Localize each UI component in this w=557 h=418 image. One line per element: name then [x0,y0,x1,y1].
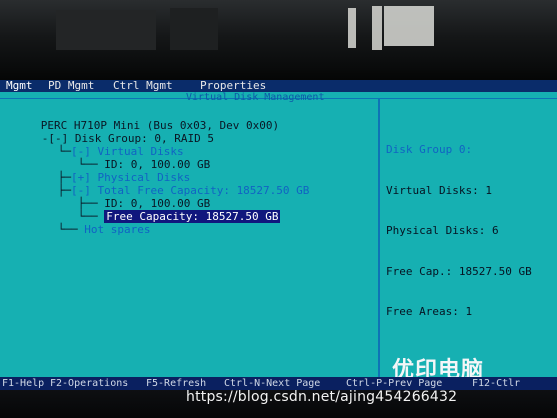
disk-tree: PERC H710P Mini (Bus 0x03, Dev 0x00) -[-… [0,106,378,249]
photo-background [0,0,557,80]
details-virtual-disks: Virtual Disks: 1 [386,183,492,197]
tab-pd-mgmt[interactable]: PD Mgmt [48,80,94,92]
details-physical-disks: Physical Disks: 6 [386,224,499,237]
bezel-dark-block [56,10,156,50]
bezel-light-strip [372,6,382,50]
controller-key[interactable]: F12-Ctlr [472,377,520,390]
panel-title: Virtual Disk Management [186,92,325,103]
bios-screen: Mgmt PD Mgmt Ctrl Mgmt Properties Virtua… [0,80,557,382]
bezel-light-block [384,6,434,46]
details-panel: Disk Group 0: Virtual Disks: 1 Physical … [386,116,557,346]
bezel-dark-block [170,8,218,50]
tree-hot-spares[interactable]: └── Hot spares [18,210,151,236]
tree-vd-item[interactable]: └── ID: 0, 100.00 GB [38,145,210,171]
menu-bar: Mgmt PD Mgmt Ctrl Mgmt Properties [0,80,557,92]
details-free-cap: Free Cap.: 18527.50 GB [386,264,532,278]
details-header: Disk Group 0: [386,143,473,156]
tab-vd-mgmt[interactable]: Mgmt [6,80,33,92]
help-key[interactable]: F1-Help [2,377,44,390]
tree-virtual-disks[interactable]: └─[-] Virtual Disks [18,132,184,158]
tree-total-free[interactable]: ├─[-] Total Free Capacity: 18527.50 GB [18,171,310,197]
tree-controller[interactable]: PERC H710P Mini (Bus 0x03, Dev 0x00) [1,106,279,132]
url-watermark: https://blog.csdn.net/ajing454266432 [186,389,458,405]
operations-key[interactable]: F2-Operations [50,377,128,390]
tree-free-id[interactable]: ├── ID: 0, 100.00 GB [38,184,210,210]
tree-free-capacity[interactable]: └── Free Capacity: 18527.50 GB [38,197,281,223]
tree-branch-icon: └── [57,223,85,236]
bezel-light-strip [348,8,356,48]
tree-disk-group[interactable]: -[-] Disk Group: 0, RAID 5 [2,119,214,145]
details-free-areas: Free Areas: 1 [386,305,473,318]
panel-divider [378,98,380,382]
tab-ctrl-mgmt[interactable]: Ctrl Mgmt [113,80,173,92]
tree-physical-disks[interactable]: ├─[+] Physical Disks [18,158,190,184]
tree-hot-spares-label: Hot spares [84,223,151,236]
tab-properties[interactable]: Properties [200,80,266,92]
